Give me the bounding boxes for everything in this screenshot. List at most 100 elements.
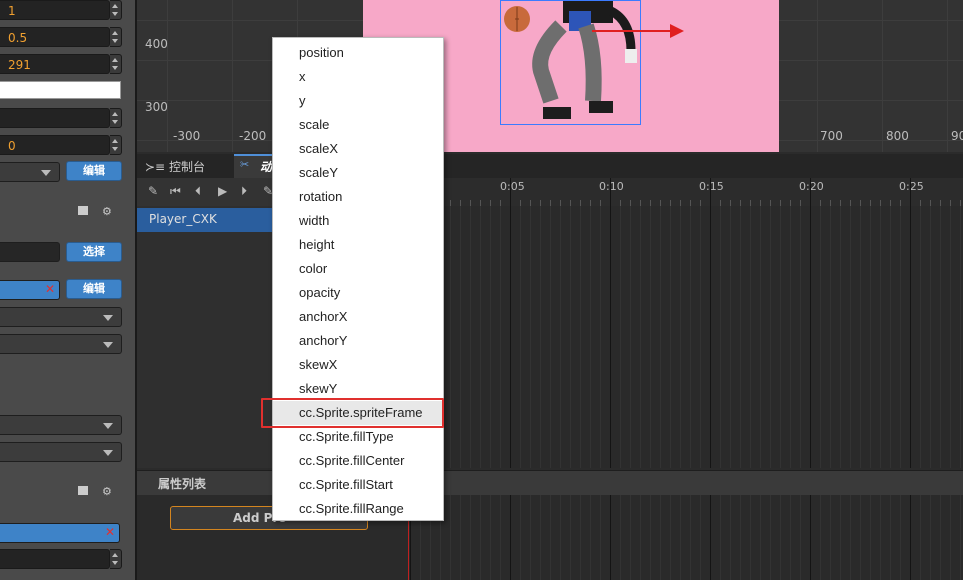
menu-item-anchory[interactable]: anchorY [273, 329, 443, 353]
dropdown-4[interactable] [0, 415, 122, 435]
player-sprite[interactable] [500, 0, 641, 125]
prev-frame-icon[interactable]: ⏴ [195, 184, 201, 199]
edit-mode-icon[interactable]: ✎ [148, 184, 158, 198]
asset-field[interactable] [0, 242, 60, 262]
component-header-icons: ⚙ [78, 205, 118, 219]
timeline-grid-line [560, 206, 561, 468]
timeline-grid-line [950, 495, 951, 580]
timeline-grid-line [470, 206, 471, 468]
stepper-1[interactable] [110, 0, 122, 20]
number-field-2[interactable]: 0.5 [0, 27, 110, 47]
menu-item-opacity[interactable]: opacity [273, 281, 443, 305]
menu-item-skewx[interactable]: skewX [273, 353, 443, 377]
timeline-tracks[interactable] [410, 206, 963, 468]
timeline-grid-line [830, 495, 831, 580]
timeline-grid-line [960, 206, 961, 468]
timeline-grid-line [800, 206, 801, 468]
stepper-4[interactable] [110, 108, 122, 128]
timeline-grid-line [940, 495, 941, 580]
gear-icon[interactable]: ⚙ [102, 485, 112, 498]
stepper-2[interactable] [110, 27, 122, 47]
menu-item-y[interactable]: y [273, 89, 443, 113]
menu-item-x[interactable]: x [273, 65, 443, 89]
menu-item-scale[interactable]: scale [273, 113, 443, 137]
property-timeline[interactable] [410, 495, 963, 580]
timeline-grid-line [920, 206, 921, 468]
number-field-3[interactable]: 291 [0, 54, 110, 74]
timeline-grid-line [580, 495, 581, 580]
dropdown-5[interactable] [0, 442, 122, 462]
color-swatch[interactable] [0, 81, 121, 99]
gear-icon[interactable]: ⚙ [102, 205, 112, 218]
node-row-selected[interactable]: Player_CXK [137, 208, 273, 232]
timeline-grid-line [480, 206, 481, 468]
timeline-grid-line [820, 206, 821, 468]
timeline-grid-line [960, 495, 961, 580]
menu-item-fill-type[interactable]: cc.Sprite.fillType [273, 425, 443, 449]
next-frame-icon[interactable]: ⏵ [241, 184, 247, 199]
highlight-annotation-box [261, 398, 444, 428]
stepper-3[interactable] [110, 54, 122, 74]
timeline-grid-line [590, 206, 591, 468]
menu-item-fill-start[interactable]: cc.Sprite.fillStart [273, 473, 443, 497]
stepper-5[interactable] [110, 135, 122, 155]
clear-icon[interactable]: ✕ [105, 525, 115, 539]
tab-animation[interactable]: ✂ 动 [234, 154, 274, 178]
timeline-grid-line [510, 495, 511, 580]
book-icon[interactable] [78, 486, 88, 495]
clear-icon[interactable]: ✕ [45, 282, 55, 296]
play-icon[interactable]: ▶ [218, 184, 227, 198]
stepper-6[interactable] [110, 549, 122, 569]
timeline-grid-line [810, 206, 811, 468]
number-field-1[interactable]: 1 [0, 0, 110, 20]
jump-first-icon[interactable]: ⏮ [170, 184, 181, 199]
menu-item-width[interactable]: width [273, 209, 443, 233]
edit-button-2[interactable]: 编辑 [66, 279, 122, 299]
book-icon[interactable] [78, 206, 88, 215]
timeline-grid-line [790, 206, 791, 468]
caret-down-icon [103, 315, 113, 321]
empty-field[interactable] [0, 108, 110, 128]
menu-item-scalex[interactable]: scaleX [273, 137, 443, 161]
timeline-grid-line [930, 206, 931, 468]
asset-field-blue[interactable]: ✕ [0, 280, 60, 300]
timeline-grid-line [620, 206, 621, 468]
ruler-tick [610, 178, 611, 206]
select-button[interactable]: 选择 [66, 242, 122, 262]
timeline-grid-line [610, 495, 611, 580]
tab-console[interactable]: ≻≡ 控制台 [145, 158, 205, 175]
menu-item-anchorx[interactable]: anchorX [273, 305, 443, 329]
timeline-grid-line [670, 206, 671, 468]
x-axis-label: 700 [820, 129, 843, 143]
menu-item-height[interactable]: height [273, 233, 443, 257]
menu-item-fill-center[interactable]: cc.Sprite.fillCenter [273, 449, 443, 473]
timeline-grid-line [540, 495, 541, 580]
menu-item-color[interactable]: color [273, 257, 443, 281]
menu-item-position[interactable]: position [273, 41, 443, 65]
time-label: 0:05 [500, 180, 525, 193]
x-axis-gizmo-line[interactable] [592, 30, 672, 32]
caret-down-icon [103, 423, 113, 429]
menu-item-rotation[interactable]: rotation [273, 185, 443, 209]
dropdown-3[interactable] [0, 334, 122, 354]
timeline-grid-line [900, 495, 901, 580]
timeline-ruler[interactable]: 0:05 0:10 0:15 0:20 0:25 [410, 178, 963, 207]
dropdown-1[interactable] [0, 162, 60, 182]
dropdown-2[interactable] [0, 307, 122, 327]
timeline-grid-line [540, 206, 541, 468]
scene-view[interactable]: 400 300 -300 -200 700 800 900 [137, 0, 963, 152]
x-axis-arrow-icon[interactable] [670, 24, 684, 38]
timeline-grid-line [470, 495, 471, 580]
time-label: 0:25 [899, 180, 924, 193]
menu-item-fill-range[interactable]: cc.Sprite.fillRange [273, 497, 443, 521]
timeline-grid-line [550, 495, 551, 580]
number-field-4[interactable]: 0 [0, 135, 110, 155]
grid-line [232, 0, 233, 152]
menu-item-scaley[interactable]: scaleY [273, 161, 443, 185]
asset-field-blue-2[interactable]: ✕ [0, 523, 120, 543]
timeline-grid-line [690, 495, 691, 580]
empty-field-2[interactable] [0, 549, 110, 569]
edit-button[interactable]: 编辑 [66, 161, 122, 181]
timeline-grid-line [860, 495, 861, 580]
timeline-grid-line [520, 206, 521, 468]
